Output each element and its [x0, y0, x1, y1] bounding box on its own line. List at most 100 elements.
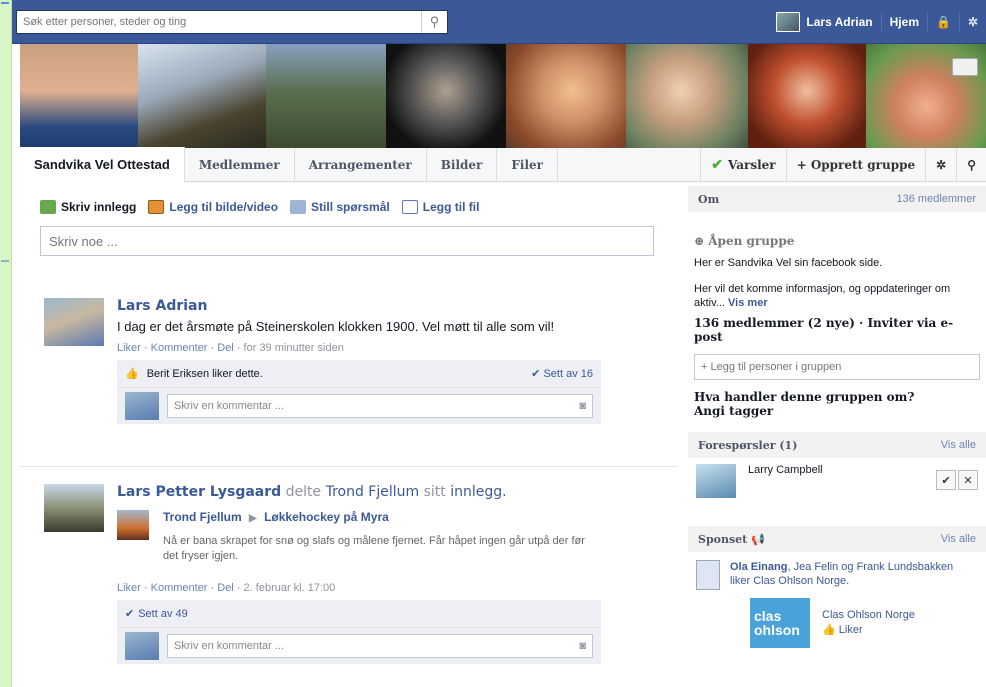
logo-line-1: clas	[754, 608, 782, 624]
timestamp[interactable]: for 39 minutter siden	[244, 342, 344, 354]
post-author[interactable]: Lars Adrian	[117, 298, 647, 314]
notifications-button[interactable]: ✔ Varsler	[700, 147, 785, 182]
see-more-link[interactable]: Vis mer	[728, 297, 768, 309]
shared-person-link[interactable]: Trond Fjellum	[326, 484, 420, 500]
home-link[interactable]: Hjem	[890, 15, 919, 29]
search-icon[interactable]: ⚲	[956, 147, 986, 182]
thumbs-up-icon: 👍	[125, 368, 139, 380]
add-file-action[interactable]: Legg til fil	[401, 200, 480, 214]
group-navigation: Sandvika Vel Ottestad Medlemmer Arrangem…	[20, 147, 986, 182]
member-count-link[interactable]: 136 medlemmer	[897, 193, 976, 205]
like-comment-share-links[interactable]: Liker · Kommenter · Del ·	[117, 582, 240, 594]
comment-input[interactable]: Skriv en kommentar ... ◙	[167, 394, 593, 418]
tab-events[interactable]: Arrangementer	[295, 147, 427, 182]
add-people-input[interactable]: + Legg til personer i gruppen	[694, 354, 980, 380]
request-actions: ✔ ✕	[936, 470, 978, 490]
write-post-action[interactable]: Skriv innlegg	[40, 200, 136, 214]
sponsored-see-all[interactable]: Vis alle	[941, 533, 976, 545]
see-all-link[interactable]: Vis alle	[941, 439, 976, 451]
group-description-more: Her vil det komme informasjon, og oppdat…	[688, 282, 986, 310]
timestamp[interactable]: 2. februar kl. 17:00	[244, 582, 336, 594]
social-ad: Ola Einang, Jea Felin og Frank Lundsbakk…	[688, 552, 986, 598]
members-count[interactable]: 136 medlemmer (2 nye) ·	[694, 316, 863, 330]
seen-by[interactable]: ✔ Sett av 16	[531, 367, 593, 380]
shared-author-link[interactable]: Trond Fjellum	[163, 510, 242, 524]
requests-header: Forespørsler (1) Vis alle	[688, 432, 986, 458]
add-tags-link[interactable]: Angi tagger	[688, 404, 986, 418]
search-icon[interactable]: ⚲	[421, 11, 447, 33]
cover-photo[interactable]	[266, 44, 386, 148]
page-ad-text: Clas Ohlson Norge 👍 Liker	[822, 608, 915, 638]
avatar[interactable]	[776, 12, 801, 32]
tab-group-name[interactable]: Sandvika Vel Ottestad	[20, 147, 185, 182]
ad-social-text: Ola Einang, Jea Felin og Frank Lundsbakk…	[730, 560, 960, 590]
search-input[interactable]	[17, 11, 421, 33]
tab-photos[interactable]: Bilder	[427, 147, 498, 182]
request-name[interactable]: Larry Campbell	[748, 464, 823, 476]
shared-post-link[interactable]: innlegg.	[450, 484, 506, 500]
friend-link[interactable]: Ola Einang	[730, 561, 787, 573]
camera-icon[interactable]: ◙	[579, 400, 586, 412]
cover-photo[interactable]	[506, 44, 626, 148]
add-photo-video-action[interactable]: Legg til bilde/video	[148, 200, 278, 214]
avatar	[125, 632, 159, 660]
cover-photo[interactable]	[866, 44, 986, 148]
cover-photo[interactable]	[20, 44, 138, 148]
post-header: Lars Petter Lysgaard delte Trond Fjellum…	[117, 484, 647, 500]
seen-row: ✔ Sett av 49	[117, 600, 601, 628]
create-group-button[interactable]: + Opprett gruppe	[785, 147, 926, 182]
seen-by-label[interactable]: Sett av 49	[138, 608, 188, 620]
shared-word: delte	[285, 484, 322, 500]
shared-target-link[interactable]: Løkkehockey på Myra	[264, 510, 389, 524]
topic-question: Hva handler denne gruppen om?	[694, 390, 915, 404]
ad-thumbnail[interactable]	[696, 560, 720, 590]
post-author[interactable]: Lars Petter Lysgaard	[117, 484, 281, 500]
comment-input[interactable]: Skriv en kommentar ... ◙	[167, 634, 593, 658]
clas-ohlson-logo[interactable]: clas ohlson	[750, 598, 810, 648]
composer-input[interactable]: Skriv noe ...	[40, 226, 654, 256]
photo-icon	[148, 200, 165, 214]
page-like-button[interactable]: 👍 Liker	[822, 623, 915, 638]
avatar[interactable]	[44, 484, 104, 532]
gear-icon[interactable]: ✲	[968, 15, 978, 29]
profile-link[interactable]: Lars Adrian	[806, 15, 872, 29]
group-description: Her er Sandvika Vel sin facebook side.	[694, 257, 883, 269]
top-navigation-bar: ⚲ Lars Adrian Hjem 🔒 ✲	[12, 0, 986, 44]
comment-placeholder: Skriv en kommentar ...	[174, 640, 285, 652]
arrow-right-icon: ▶	[249, 513, 257, 524]
tab-members[interactable]: Medlemmer	[185, 147, 295, 182]
cover-photo[interactable]	[748, 44, 866, 148]
question-list-icon	[290, 200, 307, 214]
cover-photo[interactable]	[138, 44, 266, 148]
request-row: Larry Campbell ✔ ✕	[688, 458, 986, 504]
left-window-strip	[0, 0, 12, 687]
megaphone-icon: 📢	[751, 532, 765, 546]
post-actions: Liker · Kommenter · Del · for 39 minutte…	[117, 342, 647, 354]
divider	[880, 13, 882, 31]
camera-edit-icon[interactable]	[952, 58, 978, 76]
top-right-menu: Lars Adrian Hjem 🔒 ✲	[776, 12, 978, 32]
cover-photo[interactable]	[386, 44, 506, 148]
post-divider	[20, 466, 678, 467]
add-file-label: Legg til fil	[422, 200, 480, 214]
ask-question-action[interactable]: Still spørsmål	[290, 200, 390, 214]
tab-files[interactable]: Filer	[497, 147, 558, 182]
page-ad-name[interactable]: Clas Ohlson Norge	[822, 608, 915, 623]
approve-button[interactable]: ✔	[936, 470, 956, 490]
avatar[interactable]	[117, 510, 149, 540]
cover-photo[interactable]	[626, 44, 748, 148]
about-title: Om	[698, 192, 720, 206]
likes-text[interactable]: Berit Eriksen liker dette.	[147, 368, 263, 380]
likes-row: 👍 Berit Eriksen liker dette. ✔ Sett av 1…	[117, 360, 601, 388]
camera-icon[interactable]: ◙	[579, 640, 586, 652]
like-comment-share-links[interactable]: Liker · Kommenter · Del ·	[117, 342, 240, 354]
check-icon: ✔	[711, 156, 724, 173]
decline-button[interactable]: ✕	[958, 470, 978, 490]
shared-suffix: sitt	[423, 484, 446, 500]
gear-icon[interactable]: ✲	[925, 147, 956, 182]
avatar[interactable]	[696, 464, 736, 498]
privacy-shortcuts-icon[interactable]: 🔒	[936, 15, 951, 29]
avatar[interactable]	[44, 298, 104, 346]
comment-row: Skriv en kommentar ... ◙	[117, 628, 601, 664]
globe-icon: ⊕	[694, 234, 705, 248]
